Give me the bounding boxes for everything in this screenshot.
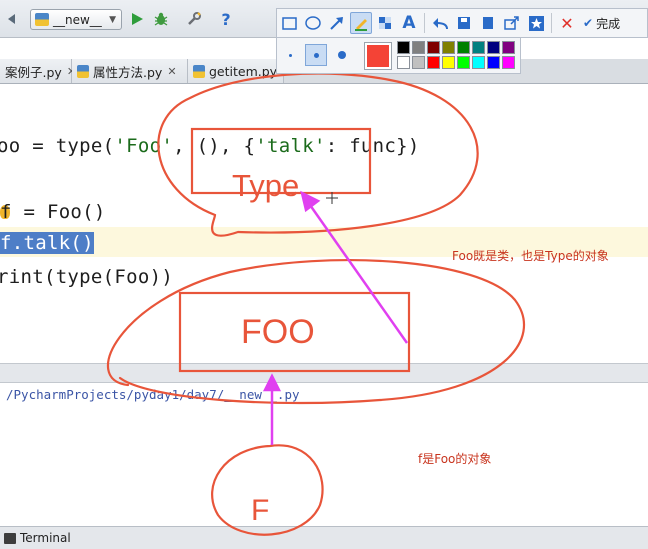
code-line-3: f.talk() bbox=[0, 232, 94, 254]
play-icon[interactable] bbox=[128, 8, 146, 30]
toolbar-separator bbox=[551, 13, 552, 33]
color-swatch[interactable] bbox=[487, 41, 500, 54]
current-color-swatch[interactable] bbox=[365, 43, 391, 69]
share-icon[interactable] bbox=[501, 12, 523, 34]
snip-color-palette bbox=[276, 38, 521, 74]
save-icon[interactable] bbox=[453, 12, 475, 34]
foo-label: FOO bbox=[241, 313, 315, 351]
tab-label: getitem.py bbox=[209, 63, 278, 79]
snip-toolbar: A ✕ ✔ 完成 bbox=[276, 8, 648, 38]
terminal-tab[interactable]: Terminal bbox=[20, 531, 71, 545]
close-icon[interactable]: ✕ bbox=[167, 65, 176, 78]
code-line-2: f = Foo() bbox=[0, 201, 106, 223]
selected-text: f.talk() bbox=[0, 232, 94, 254]
color-swatch[interactable] bbox=[472, 41, 485, 54]
run-config-dropdown[interactable]: __new__ ▼ bbox=[30, 9, 122, 30]
pin-to-screen-icon[interactable] bbox=[477, 12, 499, 34]
tab-attribute-methods[interactable]: 属性方法.py ✕ bbox=[72, 59, 188, 83]
mosaic-tool-icon[interactable] bbox=[374, 12, 396, 34]
toolbar-separator bbox=[424, 13, 425, 33]
annotation-note-type: Foo既是类，也是Type的对象 bbox=[452, 249, 609, 263]
run-output-panel: /PycharmProjects/pyday1/day7/__new__.py bbox=[0, 383, 648, 523]
f-label: F bbox=[251, 494, 270, 527]
color-swatch[interactable] bbox=[457, 41, 470, 54]
color-swatch[interactable] bbox=[457, 56, 470, 69]
python-file-icon bbox=[193, 64, 205, 78]
screenshot-root: __new__ ▼ ? 案例子.py ✕ 属性方法.py ✕ getitem.p… bbox=[0, 0, 648, 549]
python-file-icon bbox=[77, 64, 89, 78]
done-button[interactable]: ✔ 完成 bbox=[583, 15, 620, 32]
arrow-tool-icon[interactable] bbox=[326, 12, 348, 34]
color-swatch[interactable] bbox=[412, 56, 425, 69]
tab-getitem[interactable]: getitem.py bbox=[188, 59, 284, 83]
favorite-icon[interactable] bbox=[525, 12, 547, 34]
brush-size-large[interactable] bbox=[331, 44, 353, 66]
run-panel-header bbox=[0, 363, 648, 383]
type-label: Type bbox=[232, 168, 300, 203]
pen-tool-icon[interactable] bbox=[350, 12, 372, 34]
color-swatch[interactable] bbox=[427, 56, 440, 69]
code-line-4: rint(type(Foo)) bbox=[0, 266, 174, 288]
run-output-path: /PycharmProjects/pyday1/day7/__new__.py bbox=[6, 387, 300, 402]
color-swatch[interactable] bbox=[397, 41, 410, 54]
terminal-icon bbox=[4, 532, 16, 544]
text-tool-icon[interactable]: A bbox=[398, 12, 420, 34]
cancel-icon[interactable]: ✕ bbox=[556, 12, 578, 34]
run-config-label: __new__ bbox=[53, 12, 102, 27]
status-bar: Terminal bbox=[0, 526, 648, 549]
ellipse-tool-icon[interactable] bbox=[302, 12, 324, 34]
done-label: 完成 bbox=[596, 16, 621, 31]
color-swatch[interactable] bbox=[472, 56, 485, 69]
color-swatch[interactable] bbox=[427, 41, 440, 54]
python-file-icon bbox=[35, 13, 49, 26]
bug-icon[interactable] bbox=[151, 8, 171, 30]
undo-icon[interactable] bbox=[429, 12, 451, 34]
checkmark-icon: ✔ bbox=[583, 16, 594, 30]
color-swatch[interactable] bbox=[442, 56, 455, 69]
color-swatch[interactable] bbox=[502, 41, 515, 54]
code-line-1: oo = type('Foo', (), {'talk': func}) bbox=[0, 135, 420, 157]
annotation-note-f: f是Foo的对象 bbox=[418, 452, 492, 466]
nav-arrow-icon[interactable] bbox=[4, 8, 22, 30]
chevron-down-icon: ▼ bbox=[109, 14, 116, 25]
color-swatch[interactable] bbox=[397, 56, 410, 69]
color-swatch[interactable] bbox=[442, 41, 455, 54]
color-swatch[interactable] bbox=[412, 41, 425, 54]
color-swatch[interactable] bbox=[502, 56, 515, 69]
brush-size-small[interactable] bbox=[279, 44, 301, 66]
code-editor[interactable]: oo = type('Foo', (), {'talk': func}) f =… bbox=[0, 85, 648, 363]
rectangle-tool-icon[interactable] bbox=[278, 12, 300, 34]
wrench-icon[interactable] bbox=[184, 8, 204, 30]
tab-case-example[interactable]: 案例子.py ✕ bbox=[0, 59, 76, 83]
tab-label: 属性方法.py bbox=[93, 64, 163, 80]
color-swatch[interactable] bbox=[487, 56, 500, 69]
tab-label: 案例子.py bbox=[5, 64, 62, 80]
brush-size-medium[interactable] bbox=[305, 44, 327, 66]
help-icon[interactable]: ? bbox=[217, 8, 235, 30]
